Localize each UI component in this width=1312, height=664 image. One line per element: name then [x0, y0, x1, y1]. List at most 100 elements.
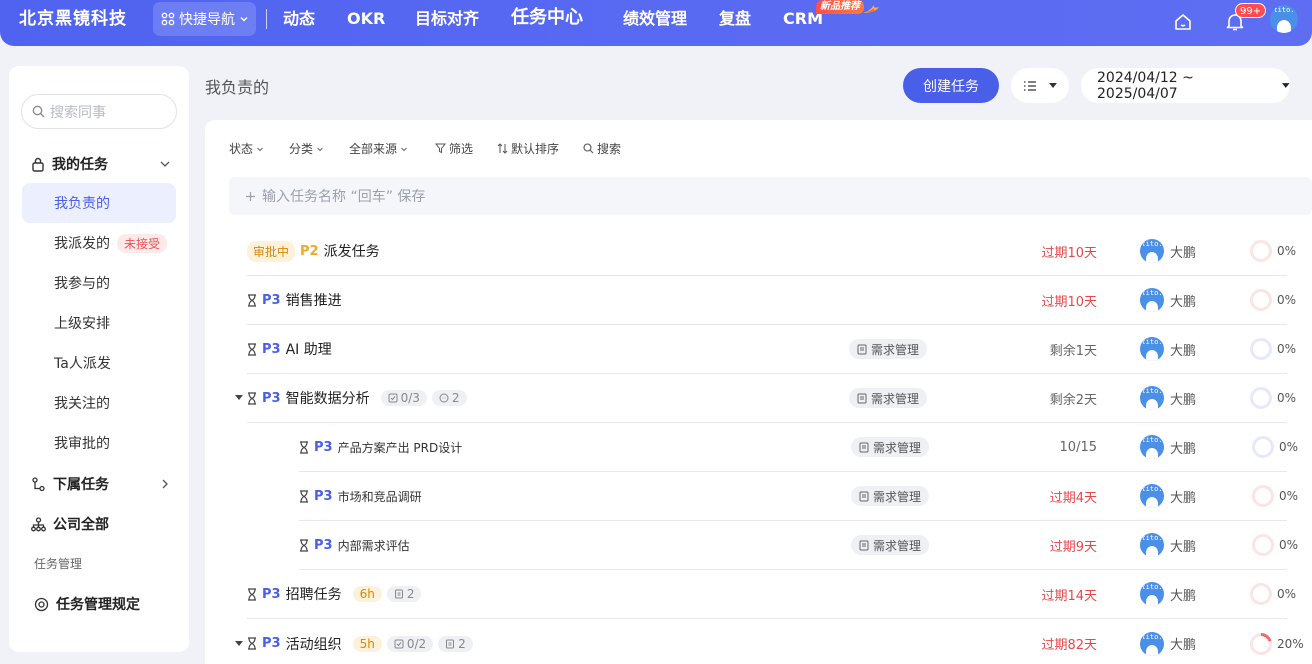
- task-owner[interactable]: tito. 大鹏: [1140, 582, 1196, 606]
- task-name[interactable]: 销售推进: [286, 290, 342, 310]
- search-input[interactable]: 搜索同事: [21, 94, 177, 129]
- task-owner[interactable]: tito. 大鹏: [1140, 533, 1196, 557]
- chevron-down-icon: [317, 147, 323, 151]
- home-icon[interactable]: [1173, 12, 1193, 32]
- quick-nav-button[interactable]: 快捷导航: [153, 2, 256, 36]
- task-name[interactable]: 智能数据分析: [286, 388, 370, 408]
- task-owner[interactable]: tito. 大鹏: [1140, 484, 1196, 508]
- task-row[interactable]: P3 智能数据分析 0/3 2 需求管理 剩余2天 tito. 大鹏 0%: [235, 374, 1296, 423]
- status-filter[interactable]: 状态: [229, 140, 264, 157]
- progress-ring: [1252, 436, 1274, 458]
- nav-review[interactable]: 复盘: [719, 8, 751, 30]
- sidebar-item-others[interactable]: Ta人派发: [22, 343, 176, 383]
- task-name[interactable]: 派发任务: [324, 241, 380, 261]
- view-mode-button[interactable]: [1011, 68, 1069, 103]
- create-task-button[interactable]: 创建任务: [903, 68, 999, 103]
- hourglass-icon: [248, 293, 256, 307]
- brand-name[interactable]: 北京黑镜科技: [19, 8, 127, 30]
- expand-caret-icon[interactable]: [235, 395, 243, 401]
- nav-performance[interactable]: 绩效管理: [623, 8, 687, 30]
- my-tasks-section[interactable]: 我的任务: [31, 154, 171, 174]
- task-owner[interactable]: tito. 大鹏: [1140, 239, 1196, 263]
- sidebar-item-approving[interactable]: 我审批的: [22, 423, 176, 463]
- plus-icon: [246, 191, 255, 201]
- owner-name: 大鹏: [1170, 588, 1197, 604]
- task-owner[interactable]: tito. 大鹏: [1140, 631, 1197, 656]
- task-owner[interactable]: tito. 大鹏: [1140, 386, 1196, 410]
- comment-icon: [439, 393, 449, 403]
- nav-okr[interactable]: OKR: [347, 8, 385, 30]
- category-tag[interactable]: 需求管理: [849, 339, 928, 359]
- search-button[interactable]: 搜索: [583, 140, 621, 157]
- subtask-row[interactable]: P3 产品方案产出 PRD设计 需求管理 10/15 tito. 大鹏 0%: [299, 423, 1298, 472]
- task-rules-link[interactable]: 任务管理规定: [34, 594, 174, 614]
- owner-avatar: tito.: [1140, 386, 1164, 410]
- sidebar-item-responsible[interactable]: 我负责的: [22, 183, 176, 223]
- chevron-right-icon: [162, 479, 168, 489]
- advanced-filter-button[interactable]: 筛选: [435, 140, 473, 157]
- search-label: 搜索: [597, 142, 622, 156]
- category-tag[interactable]: 需求管理: [849, 388, 928, 408]
- priority-label: P3: [314, 488, 333, 504]
- nav-task-center[interactable]: 任务中心: [511, 7, 583, 29]
- sidebar-item-superior[interactable]: 上级安排: [22, 303, 176, 343]
- nav-dynamics[interactable]: 动态: [283, 8, 315, 30]
- source-filter-label: 全部来源: [349, 142, 398, 156]
- task-owner[interactable]: tito. 大鹏: [1140, 337, 1196, 361]
- category-label: 需求管理: [873, 440, 922, 455]
- owner-avatar: tito.: [1140, 288, 1164, 312]
- owner-avatar: tito.: [1140, 582, 1164, 606]
- chevron-down-icon: [160, 161, 170, 167]
- task-name[interactable]: AI 助理: [286, 339, 332, 359]
- category-label: 需求管理: [873, 489, 922, 504]
- task-owner[interactable]: tito. 大鹏: [1140, 288, 1196, 312]
- task-row[interactable]: P3 活动组织 5h 0/2 2 过期82天 tito. 大鹏 20%: [235, 619, 1304, 664]
- category-label: 需求管理: [871, 342, 920, 357]
- sort-button[interactable]: 默认排序: [497, 140, 559, 157]
- category-tag[interactable]: 需求管理: [851, 535, 930, 555]
- subtask-row[interactable]: P3 内部需求评估 需求管理 过期9天 tito. 大鹏 0%: [299, 521, 1298, 570]
- category-tag[interactable]: 需求管理: [851, 437, 930, 457]
- task-name[interactable]: 招聘任务: [286, 584, 342, 604]
- progress-ring: [1250, 387, 1272, 409]
- top-navigation-bar: 北京黑镜科技 快捷导航 动态 OKR 目标对齐 任务中心 绩效管理 复盘 CRM…: [0, 0, 1312, 46]
- quick-add-placeholder: 输入任务名称 “回车” 保存: [262, 189, 426, 205]
- expand-caret-icon[interactable]: [235, 640, 243, 647]
- task-row[interactable]: P3 招聘任务 6h 2 过期14天 tito. 大鹏 0%: [247, 570, 1296, 619]
- sidebar-item-dispatched[interactable]: 我派发的 未接受: [22, 223, 176, 263]
- search-placeholder: 搜索同事: [50, 104, 106, 121]
- due-status: 剩余1天: [1049, 343, 1097, 359]
- subordinate-tasks-section[interactable]: 下属任务: [31, 474, 171, 494]
- category-filter[interactable]: 分类: [289, 140, 324, 157]
- task-name[interactable]: 市场和竞品调研: [338, 488, 422, 505]
- progress-value: 0%: [1277, 244, 1297, 258]
- owner-name: 大鹏: [1170, 638, 1197, 653]
- task-row[interactable]: P3 销售推进 过期10天 tito. 大鹏 0%: [247, 276, 1296, 325]
- task-name[interactable]: 产品方案产出 PRD设计: [338, 439, 463, 456]
- source-filter[interactable]: 全部来源: [349, 140, 408, 157]
- date-range-picker[interactable]: 2024/04/12 ~ 2025/04/07: [1081, 68, 1290, 103]
- nav-goal-alignment[interactable]: 目标对齐: [415, 8, 479, 30]
- subtask-row[interactable]: P3 市场和竞品调研 需求管理 过期4天 tito. 大鹏 0%: [299, 472, 1298, 521]
- progress-ring: [1250, 240, 1272, 262]
- sidebar-item-participated[interactable]: 我参与的: [22, 263, 176, 303]
- quick-add-task-input[interactable]: 输入任务名称 “回车” 保存: [229, 177, 1312, 215]
- task-row[interactable]: P3 AI 助理 需求管理 剩余1天 tito. 大鹏 0%: [247, 325, 1296, 374]
- subtask-icon: [446, 639, 455, 648]
- hourglass-icon: [248, 637, 256, 650]
- task-name[interactable]: 内部需求评估: [338, 537, 410, 554]
- owner-avatar: tito.: [1140, 435, 1164, 459]
- priority-label: P3: [262, 636, 281, 651]
- company-all-section[interactable]: 公司全部: [31, 514, 171, 534]
- caret-down-icon: [1282, 82, 1290, 88]
- task-row[interactable]: 审批中 P2 派发任务 过期10天 tito. 大鹏 0%: [247, 227, 1296, 276]
- user-avatar[interactable]: tito.: [1270, 5, 1298, 33]
- category-tag[interactable]: 需求管理: [851, 486, 930, 506]
- task-owner[interactable]: tito. 大鹏: [1140, 435, 1196, 459]
- hourglass-icon: [300, 440, 308, 454]
- chevron-down-icon: [401, 147, 407, 151]
- avatar-text: tito.: [1273, 6, 1295, 14]
- task-name[interactable]: 活动组织: [286, 634, 342, 654]
- priority-label: P3: [262, 586, 281, 602]
- sidebar-item-following[interactable]: 我关注的: [22, 383, 176, 423]
